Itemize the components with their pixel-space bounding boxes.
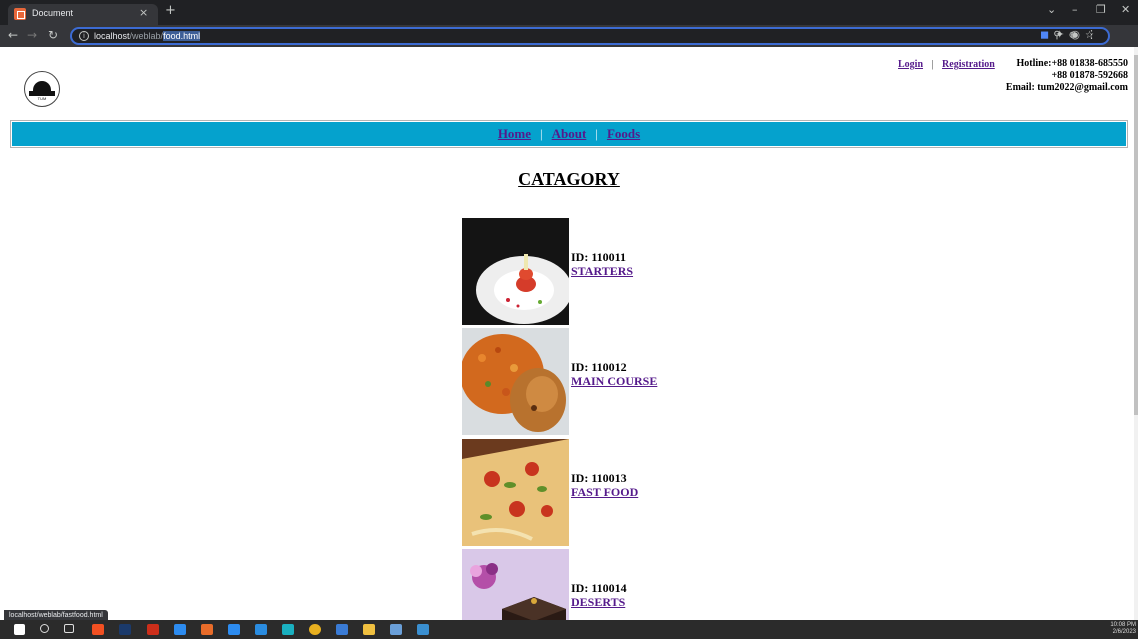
contact-info: Hotline:+88 01838-685550 +88 01878-59266…	[1006, 58, 1128, 94]
tab-close-button[interactable]: ×	[139, 6, 148, 19]
page-scrollbar[interactable]	[1134, 47, 1138, 620]
app-icon[interactable]	[174, 624, 186, 635]
vscode-icon[interactable]	[255, 624, 267, 635]
photoshop-icon[interactable]	[119, 624, 131, 635]
nav-home-link[interactable]: Home	[498, 126, 531, 141]
nav-separator: |	[540, 126, 543, 141]
puzzle-icon[interactable]: ✦	[1055, 28, 1070, 41]
category-item: ID: 110013 FAST FOOD	[462, 439, 742, 546]
app-icon[interactable]	[228, 624, 240, 635]
app-icon[interactable]	[336, 624, 348, 635]
clock-time: 10:08 PM	[1110, 622, 1136, 628]
category-item: ID: 110012 MAIN COURSE	[462, 328, 742, 435]
system-clock[interactable]: 10:08 PM 2/6/2023	[1110, 622, 1136, 636]
url-text[interactable]: localhost/weblab/food.html	[94, 31, 201, 41]
back-arrow-icon[interactable]: ←	[8, 28, 18, 42]
file-explorer-icon[interactable]	[363, 624, 375, 635]
starters-image	[462, 218, 569, 325]
main-course-image	[462, 328, 569, 435]
menu-dots-icon[interactable]: ⋮	[1086, 28, 1103, 41]
site-info-icon[interactable]: i	[79, 31, 89, 41]
extensions-area: ◼✦◉⋮	[1040, 28, 1103, 41]
search-icon[interactable]	[40, 624, 49, 633]
category-link-main-course[interactable]: MAIN COURSE	[571, 374, 657, 389]
edge-icon[interactable]	[282, 624, 294, 635]
main-nav-bar: Home | About | Foods	[10, 120, 1128, 148]
scrollbar-thumb[interactable]	[1134, 55, 1138, 415]
clock-date: 2/6/2023	[1112, 629, 1136, 635]
logo-text: TUM	[37, 96, 47, 101]
browser-tab[interactable]: Document ×	[8, 4, 158, 25]
forward-arrow-icon[interactable]: →	[27, 28, 37, 42]
category-id: ID: 110013	[571, 471, 627, 485]
windows-taskbar: 10:08 PM 2/6/2023	[0, 620, 1138, 639]
reload-icon[interactable]: ↻	[48, 28, 58, 42]
tab-search-icon[interactable]: ⌄	[1047, 3, 1056, 16]
auth-links: Login | Registration	[898, 59, 995, 70]
category-id: ID: 110011	[571, 250, 627, 264]
category-link-starters[interactable]: STARTERS	[571, 264, 633, 279]
app-icon[interactable]	[417, 624, 429, 635]
favicon-icon	[14, 8, 26, 20]
chrome-icon[interactable]	[309, 624, 321, 635]
nav-about-link[interactable]: About	[552, 126, 587, 141]
fast-food-image	[462, 439, 569, 546]
hotline-1: Hotline:+88 01838-685550	[1016, 58, 1128, 69]
cloche-icon	[33, 81, 51, 91]
browser-toolbar: ← → ↻ i localhost/weblab/food.html ⚲⊕☆ ◼…	[0, 25, 1138, 47]
new-tab-button[interactable]: +	[165, 3, 176, 18]
tab-title: Document	[32, 8, 74, 18]
nav-links: Home | About | Foods	[11, 126, 1127, 142]
windows-start-icon[interactable]	[14, 624, 25, 635]
nav-foods-link[interactable]: Foods	[607, 126, 640, 141]
address-bar[interactable]: i localhost/weblab/food.html ⚲⊕☆	[70, 27, 1110, 45]
extension-icon[interactable]: ◼	[1040, 28, 1055, 41]
app-icon[interactable]	[201, 624, 213, 635]
category-id: ID: 110012	[571, 360, 627, 374]
category-link-fast-food[interactable]: FAST FOOD	[571, 485, 638, 500]
hotline-2: +88 01878-592668	[1051, 70, 1128, 81]
browser-tab-bar: Document × + ⌄ – ❐ ✕	[0, 0, 1138, 25]
page-title: CATAGORY	[518, 169, 620, 189]
link-separator: |	[931, 59, 934, 70]
category-id: ID: 110014	[571, 581, 627, 595]
illustrator-icon[interactable]	[147, 624, 159, 635]
deserts-image	[462, 549, 569, 620]
app-icon[interactable]	[92, 624, 104, 635]
email: Email: tum2022@gmail.com	[1005, 82, 1128, 93]
category-item: ID: 110014 DESERTS	[462, 549, 742, 620]
profile-avatar-icon[interactable]: ◉	[1070, 28, 1086, 41]
category-link-deserts[interactable]: DESERTS	[571, 595, 625, 610]
category-item: ID: 110011 STARTERS	[462, 218, 742, 325]
nav-separator: |	[595, 126, 598, 141]
close-window-icon[interactable]: ✕	[1121, 3, 1130, 16]
web-page: TUM Login | Registration Hotline:+88 018…	[0, 47, 1134, 620]
login-link[interactable]: Login	[898, 59, 923, 70]
app-icon[interactable]	[390, 624, 402, 635]
minimize-icon[interactable]: –	[1072, 3, 1078, 16]
site-logo[interactable]: TUM	[24, 71, 60, 107]
restore-icon[interactable]: ❐	[1096, 3, 1106, 16]
registration-link[interactable]: Registration	[942, 59, 995, 70]
task-view-icon[interactable]	[64, 624, 74, 633]
